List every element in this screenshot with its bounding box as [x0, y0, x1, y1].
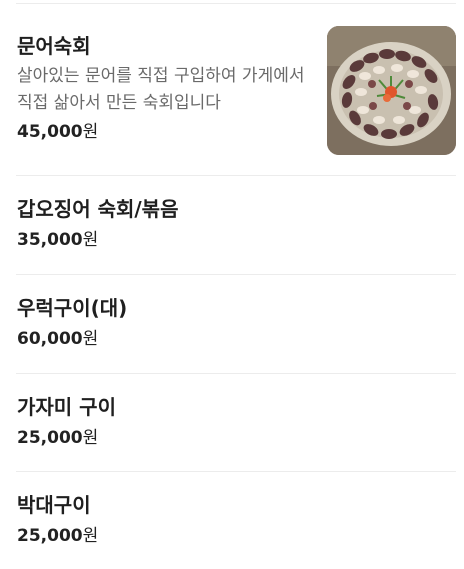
menu-item-price: 35,000원 [17, 229, 98, 251]
menu-item-name: 문어숙회 [17, 34, 91, 58]
price-amount: 25,000 [17, 526, 83, 546]
price-amount: 45,000 [17, 122, 83, 142]
menu-item-flounder[interactable]: 가자미 구이 25,000원 [0, 374, 464, 472]
menu-item-bakdae[interactable]: 박대구이 25,000원 [0, 472, 464, 569]
menu-item-price: 25,000원 [17, 427, 98, 449]
menu-item-price: 60,000원 [17, 328, 98, 350]
price-currency: 원 [82, 329, 99, 349]
price-currency: 원 [82, 230, 99, 250]
menu-item-octopus[interactable]: 문어숙회 살아있는 문어를 직접 구입하여 가게에서 직접 삶아서 만든 숙회입… [0, 0, 464, 175]
menu-item-price: 45,000원 [17, 121, 98, 143]
menu-item-name: 우럭구이(대) [17, 296, 128, 320]
price-currency: 원 [82, 122, 99, 142]
menu-item-name: 갑오징어 숙회/볶음 [17, 197, 179, 221]
price-amount: 60,000 [17, 329, 83, 349]
menu-item-description: 살아있는 문어를 직접 구입하여 가게에서 직접 삶아서 만든 숙회입니다 [17, 66, 305, 113]
menu-item-rockfish[interactable]: 우럭구이(대) 60,000원 [0, 275, 464, 373]
price-currency: 원 [82, 526, 99, 546]
price-currency: 원 [82, 428, 99, 448]
menu-item-cuttlefish[interactable]: 갑오징어 숙회/볶음 35,000원 [0, 176, 464, 274]
menu-item-price: 25,000원 [17, 525, 98, 547]
menu-item-name: 박대구이 [17, 493, 91, 517]
menu-item-photo[interactable] [327, 26, 456, 155]
price-amount: 25,000 [17, 428, 83, 448]
price-amount: 35,000 [17, 230, 83, 250]
menu-item-name: 가자미 구이 [17, 395, 116, 419]
